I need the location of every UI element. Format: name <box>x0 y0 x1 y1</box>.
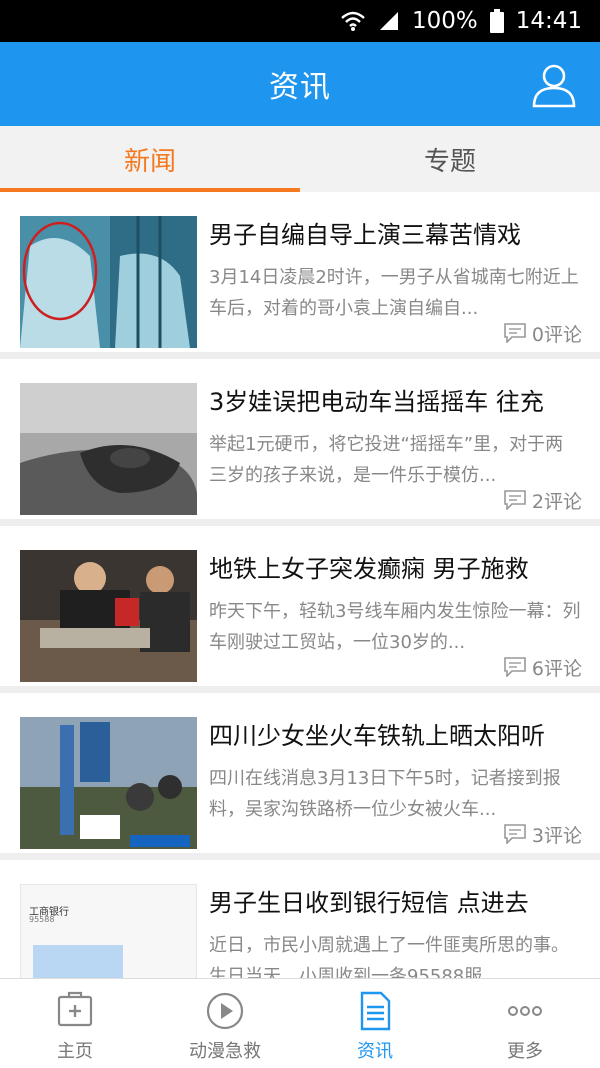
news-title: 男子自编自导上演三幕苦情戏 <box>209 221 521 249</box>
nav-more[interactable]: 更多 <box>450 979 600 1068</box>
news-thumbnail <box>20 216 197 348</box>
news-list: 男子自编自导上演三幕苦情戏 3月14日凌晨2时许，一男子从省城南七附近上车后，对… <box>0 192 600 978</box>
comment-count[interactable]: 0评论 <box>504 319 582 347</box>
news-summary: 3月14日凌晨2时许，一男子从省城南七附近上车后，对着的哥小袁上演自编自... <box>209 267 579 319</box>
news-thumbnail: 工商银行 95588 <box>20 884 197 978</box>
battery-percent: 100% <box>411 8 478 34</box>
comment-count-label: 6评论 <box>531 657 582 680</box>
first-aid-kit-icon <box>55 991 95 1031</box>
nav-news[interactable]: 资讯 <box>300 979 450 1068</box>
nav-animation-first-aid[interactable]: 动漫急救 <box>150 979 300 1068</box>
user-button[interactable] <box>530 60 578 108</box>
news-summary: 昨天下午，轻轨3号线车厢内发生惊险一幕：列车刚驶过工贸站，一位30岁的... <box>209 601 581 653</box>
news-title: 3岁娃误把电动车当摇摇车 往充 <box>209 388 544 416</box>
nav-news-label: 资讯 <box>357 1041 393 1062</box>
nav-more-label: 更多 <box>507 1041 543 1062</box>
comment-count-label: 2评论 <box>531 490 582 513</box>
play-circle-icon <box>205 991 245 1031</box>
nav-home[interactable]: 主页 <box>0 979 150 1068</box>
news-title: 地铁上女子突发癫痫 男子施救 <box>209 555 529 583</box>
news-item[interactable]: 地铁上女子突发癫痫 男子施救 昨天下午，轻轨3号线车厢内发生惊险一幕：列车刚驶过… <box>0 526 600 686</box>
app-header: 资讯 <box>0 42 600 126</box>
user-icon <box>532 64 576 108</box>
document-icon <box>355 991 395 1031</box>
news-item[interactable]: 四川少女坐火车铁轨上晒太阳听 四川在线消息3月13日下午5时，记者接到报料，吴家… <box>0 693 600 853</box>
battery-icon <box>489 9 504 33</box>
comment-icon <box>504 490 526 510</box>
comment-icon <box>504 323 526 343</box>
tab-topics[interactable]: 专题 <box>300 126 600 192</box>
news-item[interactable]: 3岁娃误把电动车当摇摇车 往充 举起1元硬币，将它投进“摇摇车”里，对于两三岁的… <box>0 359 600 519</box>
news-item[interactable]: 工商银行 95588 男子生日收到银行短信 点进去 近日，市民小周就遇上了一件匪… <box>0 860 600 978</box>
thumb-bank-number: 95588 <box>29 915 55 924</box>
tab-bar: 新闻 专题 <box>0 126 600 192</box>
comment-icon <box>504 824 526 844</box>
signal-icon <box>378 10 400 32</box>
wifi-icon <box>340 10 366 32</box>
comment-count[interactable]: 3评论 <box>504 820 582 848</box>
page-title: 资讯 <box>269 70 331 105</box>
clock: 14:41 <box>515 8 582 34</box>
comment-count-label: 3评论 <box>531 824 582 847</box>
comment-count[interactable]: 2评论 <box>504 486 582 514</box>
comment-count[interactable]: 6评论 <box>504 653 582 681</box>
status-bar: 100% 14:41 <box>0 0 600 42</box>
news-title: 男子生日收到银行短信 点进去 <box>209 889 529 917</box>
news-summary: 近日，市民小周就遇上了一件匪夷所思的事。生日当天，小周收到一条95588服 <box>209 935 569 978</box>
news-summary: 举起1元硬币，将它投进“摇摇车”里，对于两三岁的孩子来说，是一件乐于模仿... <box>209 434 564 486</box>
thumb-message-bubble <box>33 945 123 978</box>
news-thumbnail <box>20 717 197 849</box>
news-item[interactable]: 男子自编自导上演三幕苦情戏 3月14日凌晨2时许，一男子从省城南七附近上车后，对… <box>0 192 600 352</box>
comment-icon <box>504 657 526 677</box>
tab-news[interactable]: 新闻 <box>0 126 300 192</box>
news-thumbnail <box>20 383 197 515</box>
nav-animation-label: 动漫急救 <box>189 1041 261 1062</box>
news-title: 四川少女坐火车铁轨上晒太阳听 <box>209 722 545 750</box>
news-thumbnail <box>20 550 197 682</box>
news-summary: 四川在线消息3月13日下午5时，记者接到报料，吴家沟铁路桥一位少女被火车... <box>209 768 561 820</box>
comment-count-label: 0评论 <box>531 323 582 346</box>
nav-home-label: 主页 <box>57 1041 93 1062</box>
more-dots-icon <box>505 991 545 1031</box>
bottom-nav: 主页 动漫急救 资讯 更多 <box>0 978 600 1068</box>
